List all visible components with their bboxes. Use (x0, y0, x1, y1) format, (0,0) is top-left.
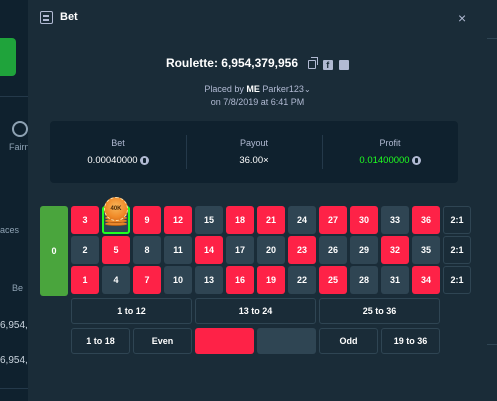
close-icon[interactable]: × (458, 10, 466, 26)
stat-bet-label: Bet (111, 138, 125, 148)
number-28[interactable]: 28 (350, 266, 378, 294)
number-2[interactable]: 2 (71, 236, 99, 264)
number-23[interactable]: 23 (288, 236, 316, 264)
column-bet-2[interactable]: 2:1 (443, 236, 471, 264)
odd-bet-button[interactable]: Odd (319, 328, 378, 354)
number-1[interactable]: 1 (71, 266, 99, 294)
number-7[interactable]: 7 (133, 266, 161, 294)
number-8[interactable]: 8 (133, 236, 161, 264)
placed-by-user[interactable]: Parker123 (262, 84, 304, 94)
number-32[interactable]: 32 (381, 236, 409, 264)
modal-header: Bet × (28, 0, 487, 36)
number-15[interactable]: 15 (195, 206, 223, 234)
bet-chip: 40K (104, 197, 128, 221)
dozen-bet-2[interactable]: 13 to 24 (195, 298, 316, 324)
copy-icon[interactable] (308, 57, 319, 70)
stat-payout: Payout 36.00× (186, 121, 322, 183)
number-26[interactable]: 26 (319, 236, 347, 264)
stat-bet: Bet 0.00040000 (50, 121, 186, 183)
chevron-down-icon[interactable]: ⌄ (304, 85, 311, 94)
stat-profit-value: 0.01400000 (359, 155, 410, 166)
number-17[interactable]: 17 (226, 236, 254, 264)
number-27[interactable]: 27 (319, 206, 347, 234)
number-18[interactable]: 18 (226, 206, 254, 234)
number-20[interactable]: 20 (257, 236, 285, 264)
background-divider (0, 96, 28, 97)
dozen-bet-3[interactable]: 25 to 36 (319, 298, 440, 324)
game-id-line: Roulette: 6,954,379,956 f (28, 56, 487, 71)
number-12[interactable]: 12 (164, 206, 192, 234)
number-33[interactable]: 33 (381, 206, 409, 234)
number-35[interactable]: 35 (412, 236, 440, 264)
background-right-panel (487, 0, 497, 401)
number-22[interactable]: 22 (288, 266, 316, 294)
stat-bet-value: 0.00040000 (87, 155, 138, 166)
stat-bet-value-wrap: 0.00040000 (50, 155, 186, 166)
number-19[interactable]: 19 (257, 266, 285, 294)
column-bet-3[interactable]: 2:1 (443, 266, 471, 294)
number-13[interactable]: 13 (195, 266, 223, 294)
game-id-text: Roulette: 6,954,379,956 (165, 56, 299, 70)
black-bet-button[interactable] (257, 328, 316, 354)
number-5[interactable]: 5 (102, 236, 130, 264)
bet-icon (40, 11, 53, 24)
number-36[interactable]: 36 (412, 206, 440, 234)
twitter-icon[interactable] (339, 59, 350, 70)
background-divider-bottom (0, 388, 28, 389)
placed-by-line: Placed by ME Parker123⌄ (28, 84, 487, 94)
low-bet-button[interactable]: 1 to 18 (71, 328, 130, 354)
stat-payout-value: 36.00× (239, 155, 269, 166)
even-bet-button[interactable]: Even (133, 328, 192, 354)
number-25[interactable]: 25 (319, 266, 347, 294)
coin-icon (411, 155, 421, 165)
stat-profit-label: Profit (379, 138, 401, 148)
number-4[interactable]: 4 (102, 266, 130, 294)
placed-date: on 7/8/2019 at 6:41 PM (210, 97, 305, 107)
red-bet-button[interactable] (195, 328, 254, 354)
number-16[interactable]: 16 (226, 266, 254, 294)
number-30[interactable]: 30 (350, 206, 378, 234)
fairness-icon (12, 121, 28, 137)
number-9[interactable]: 9 (133, 206, 161, 234)
placed-by-me: ME (246, 84, 260, 94)
dozen-bet-1[interactable]: 1 to 12 (71, 298, 192, 324)
stat-profit-value-wrap: 0.01400000 (322, 155, 458, 166)
stat-payout-label: Payout (239, 138, 269, 148)
number-14[interactable]: 14 (195, 236, 223, 264)
number-31[interactable]: 31 (381, 266, 409, 294)
number-11[interactable]: 11 (164, 236, 192, 264)
column-bet-1[interactable]: 2:1 (443, 206, 471, 234)
number-10[interactable]: 10 (164, 266, 192, 294)
number-24[interactable]: 24 (288, 206, 316, 234)
number-zero[interactable]: 0 (40, 206, 68, 296)
stat-profit: Profit 0.01400000 (322, 121, 458, 183)
background-green-button (0, 38, 16, 76)
placed-by-prefix: Placed by (204, 84, 244, 94)
modal-title: Bet (60, 11, 78, 23)
bet-stats: Bet 0.00040000 Payout 36.00× Profit 0.01… (50, 121, 458, 183)
number-34[interactable]: 34 (412, 266, 440, 294)
background-bet-label: Be (12, 283, 24, 293)
number-29[interactable]: 29 (350, 236, 378, 264)
number-3[interactable]: 3 (71, 206, 99, 234)
facebook-icon[interactable]: f (322, 59, 333, 70)
background-aces-label: aces (0, 225, 20, 235)
high-bet-button[interactable]: 19 to 36 (381, 328, 440, 354)
bet-modal: Bet × Roulette: 6,954,379,956 f Placed b… (28, 0, 487, 401)
coin-icon (139, 155, 149, 165)
number-21[interactable]: 21 (257, 206, 285, 234)
